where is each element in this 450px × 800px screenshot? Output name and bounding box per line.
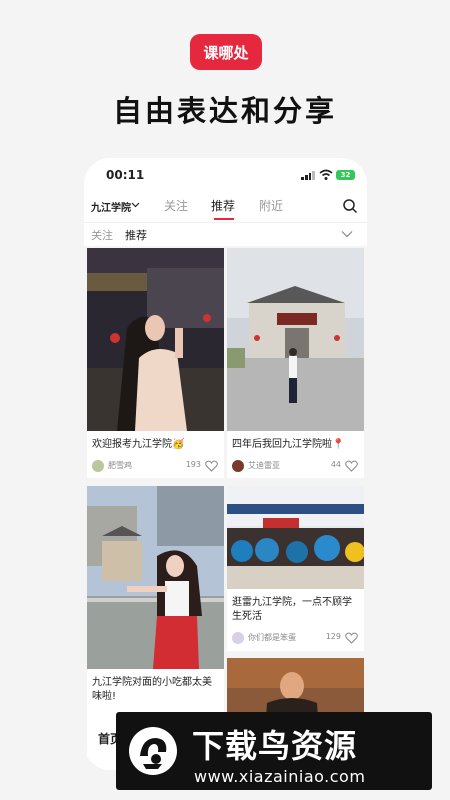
post-image [87,248,224,431]
heart-icon[interactable] [205,460,218,472]
active-tab-indicator [214,218,234,220]
tab-recommend[interactable]: 推荐 [211,197,235,214]
post-title: 九江学院对面的小吃都太美味啦! [92,677,212,702]
post-author: 艾迪雷亚 [248,461,280,470]
feed: 欢迎报考九江学院🥳 肥雪鸡 193 四年后我回九江学院啦📍 艾迪雷亚 44 九江… [84,246,367,770]
headline: 自由表达和分享 [112,94,337,128]
phone-frame: 00:11 32 九江学院 关注 推荐 附近 关注 推荐 欢迎报考九江学院🥳 肥… [84,158,367,770]
tab-following[interactable]: 关注 [164,197,188,214]
tab-nearby[interactable]: 附近 [259,197,283,214]
avatar [92,460,104,472]
heart-icon[interactable] [345,460,358,472]
school-selector[interactable]: 九江学院 [91,199,131,214]
feed-card[interactable]: 逛雷九江学院，一点不顾学生死活 你们都是笨蛋 129 [227,486,364,651]
heart-icon[interactable] [345,632,358,644]
search-icon[interactable] [342,198,358,214]
avatar [232,632,244,644]
feed-card[interactable]: 欢迎报考九江学院🥳 肥雪鸡 193 [87,248,224,478]
like-count: 193 [185,460,201,469]
like-count: 129 [325,632,341,641]
watermark-title: 下载鸟资源 [192,727,358,765]
bird-logo-icon [129,727,177,775]
like-count: 44 [330,460,341,469]
feed-card[interactable]: 四年后我回九江学院啦📍 艾迪雷亚 44 [227,248,364,478]
post-meta: 艾迪雷亚 44 [232,459,360,473]
signal-icon [301,171,315,180]
watermark-url: www.xiazainiao.com [194,767,366,786]
post-author: 肥雪鸡 [108,461,132,470]
watermark-banner: 下载鸟资源 www.xiazainiao.com [116,712,432,790]
post-meta: 你们都是笨蛋 129 [232,631,360,645]
status-time: 00:11 [106,168,145,182]
chevron-down-icon[interactable] [341,229,353,239]
wifi-icon [319,169,333,180]
avatar [232,460,244,472]
post-image [87,486,224,669]
post-title: 逛雷九江学院，一点不顾学生死活 [232,597,352,622]
post-image [227,486,364,589]
top-nav: 九江学院 关注 推荐 附近 [84,194,367,220]
subnav-item-following[interactable]: 关注 [91,227,113,243]
subnav-item-recommend[interactable]: 推荐 [125,227,147,243]
post-title: 四年后我回九江学院啦📍 [232,439,345,450]
post-title: 欢迎报考九江学院🥳 [92,439,185,450]
post-author: 你们都是笨蛋 [248,633,296,642]
chevron-down-icon[interactable] [131,200,140,209]
post-image [227,248,364,431]
post-meta: 肥雪鸡 193 [92,459,220,473]
sub-nav: 关注 推荐 [84,222,367,246]
status-bar: 00:11 32 [84,158,367,192]
app-logo: 课哪处 [190,34,262,70]
battery-icon: 32 [336,170,355,180]
